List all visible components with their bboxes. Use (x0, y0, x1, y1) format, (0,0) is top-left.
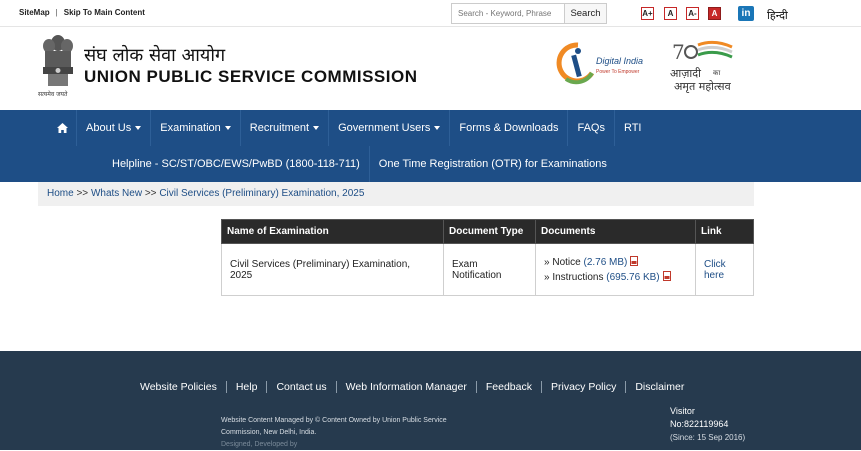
sitemap-link[interactable]: SiteMap (19, 8, 50, 17)
nav-rti[interactable]: RTI (615, 110, 651, 146)
breadcrumb-whats-new[interactable]: Whats New (91, 188, 142, 199)
visitor-label: Visitor (670, 406, 695, 416)
nav-faqs[interactable]: FAQs (568, 110, 615, 146)
document-label: Instructions (552, 271, 604, 283)
examination-table: Name of Examination Document Type Docume… (221, 219, 754, 296)
col-header-documents: Documents (535, 219, 696, 244)
svg-text:7: 7 (672, 40, 685, 64)
ownership-text: Website Content Managed by © Content Own… (221, 417, 447, 436)
top-utility-bar: SiteMap | Skip To Main Content Search A+ A… (0, 0, 861, 27)
nav-label: Forms & Downloads (459, 122, 559, 134)
footer-link-feedback[interactable]: Feedback (477, 381, 542, 393)
digital-india-tagline: Power To Empower (596, 69, 640, 75)
azadi-ka-amrit-mahotsav-logo[interactable]: 7 आज़ादी का अमृत महोत्सव (670, 37, 750, 95)
table-row: Civil Services (Preliminary) Examination… (221, 243, 754, 296)
nav-home[interactable] (49, 110, 77, 146)
chevron-down-icon (135, 126, 142, 130)
chevron-down-icon (224, 126, 231, 130)
nav-examination[interactable]: Examination (151, 110, 241, 146)
nav-about-us[interactable]: About Us (77, 110, 152, 146)
visitor-number: No:822119964 (670, 419, 729, 429)
pdf-icon[interactable] (662, 270, 671, 281)
linkedin-icon[interactable]: in (738, 6, 754, 21)
amrit-mahotsav-text: अमृत महोत्सव (674, 80, 732, 93)
breadcrumb-separator: >> (144, 188, 157, 199)
col-header-link: Link (695, 219, 754, 244)
document-label: Notice (552, 256, 581, 268)
search-button[interactable]: Search (564, 3, 607, 24)
cell-exam-name: Civil Services (Preliminary) Examination… (221, 243, 444, 296)
document-item: » Instructions (695.76 KB) (544, 270, 687, 285)
nav-helpline[interactable]: Helpline - SC/ST/OBC/EWS/PwBD (1800-118-… (103, 146, 370, 182)
nav-row-primary: About Us Examination Recruitment Governm… (49, 110, 651, 146)
cell-link: Click here (695, 243, 754, 296)
cell-doc-type: Exam Notification (443, 243, 536, 296)
nav-otr[interactable]: One Time Registration (OTR) for Examinat… (370, 146, 616, 182)
breadcrumb-home[interactable]: Home (47, 188, 74, 199)
table-header-row: Name of Examination Document Type Docume… (221, 219, 754, 244)
high-contrast-button[interactable]: A (708, 7, 721, 20)
visitor-counter: Visitor No:822119964 (Since: 15 Sep 2016… (670, 405, 745, 444)
notice-pdf-link[interactable]: (2.76 MB) (583, 257, 627, 268)
footer-ownership-note: Website Content Managed by © Content Own… (221, 415, 481, 451)
site-title-english[interactable]: UNION PUBLIC SERVICE COMMISSION (84, 67, 418, 87)
nav-government-users[interactable]: Government Users (329, 110, 451, 146)
nav-label: Helpline - SC/ST/OBC/EWS/PwBD (1800-118-… (112, 158, 360, 170)
search-input[interactable] (451, 3, 565, 24)
font-increase-button[interactable]: A+ (641, 7, 654, 20)
col-header-name: Name of Examination (221, 219, 444, 244)
footer-link-contact-us[interactable]: Contact us (267, 381, 337, 393)
footer-link-website-policies[interactable]: Website Policies (131, 381, 227, 393)
footer-link-disclaimer[interactable]: Disclaimer (626, 381, 693, 393)
home-icon (57, 123, 68, 133)
footer-link-web-information-manager[interactable]: Web Information Manager (337, 381, 477, 393)
language-hindi-link[interactable]: हिन्दी (767, 8, 788, 23)
font-normal-button[interactable]: A (664, 7, 677, 20)
top-links: SiteMap | Skip To Main Content (19, 8, 145, 17)
nav-label: RTI (623, 122, 642, 134)
nav-recruitment[interactable]: Recruitment (241, 110, 330, 146)
cell-documents: » Notice (2.76 MB) » Instructions (695.7… (535, 243, 696, 296)
footer-link-help[interactable]: Help (227, 381, 268, 393)
pdf-icon[interactable] (630, 255, 639, 266)
breadcrumb-current[interactable]: Civil Services (Preliminary) Examination… (159, 188, 364, 199)
emblem-caption: सत्यमेव जयते (38, 91, 68, 98)
designed-by-text: Designed, Developed by (221, 441, 298, 448)
site-header: सत्यमेव जयते संघ लोक सेवा आयोग UNION PUB… (0, 27, 861, 110)
nav-label: FAQs (577, 122, 605, 134)
main-navigation: About Us Examination Recruitment Governm… (0, 110, 861, 182)
footer-link-privacy-policy[interactable]: Privacy Policy (542, 381, 627, 393)
digital-india-text: Digital India (596, 56, 643, 66)
digital-india-logo[interactable]: Digital India Power To Empower (556, 39, 668, 91)
breadcrumb-separator: >> (76, 188, 89, 199)
nav-label: Government Users (338, 122, 431, 134)
nav-forms-downloads[interactable]: Forms & Downloads (450, 110, 569, 146)
document-item: » Notice (2.76 MB) (544, 255, 687, 270)
nav-label: One Time Registration (OTR) for Examinat… (378, 158, 607, 170)
nav-label: Recruitment (249, 122, 310, 134)
chevron-down-icon (313, 126, 320, 130)
col-header-type: Document Type (443, 219, 536, 244)
footer-links: Website Policies Help Contact us Web Inf… (131, 381, 693, 393)
font-decrease-button[interactable]: A- (686, 7, 699, 20)
azadi-ka-text: का (713, 69, 720, 77)
nav-label: Examination (160, 122, 221, 134)
nav-label: About Us (86, 122, 132, 134)
visitor-since: (Since: 15 Sep 2016) (670, 433, 746, 442)
site-footer: Website Policies Help Contact us Web Inf… (0, 351, 861, 450)
click-here-link[interactable]: Click here (704, 259, 726, 281)
documents-list: » Notice (2.76 MB) » Instructions (695.7… (544, 255, 687, 285)
skip-to-main-link[interactable]: Skip To Main Content (64, 8, 145, 17)
instructions-pdf-link[interactable]: (695.76 KB) (606, 272, 659, 283)
azadi-text: आज़ादी (670, 67, 701, 80)
top-separator: | (55, 8, 58, 17)
nav-row-secondary: Helpline - SC/ST/OBC/EWS/PwBD (1800-118-… (103, 146, 616, 182)
site-title-hindi[interactable]: संघ लोक सेवा आयोग (84, 43, 225, 67)
chevron-down-icon (434, 126, 441, 130)
breadcrumb: Home >> Whats New >> Civil Services (Pre… (38, 182, 754, 206)
